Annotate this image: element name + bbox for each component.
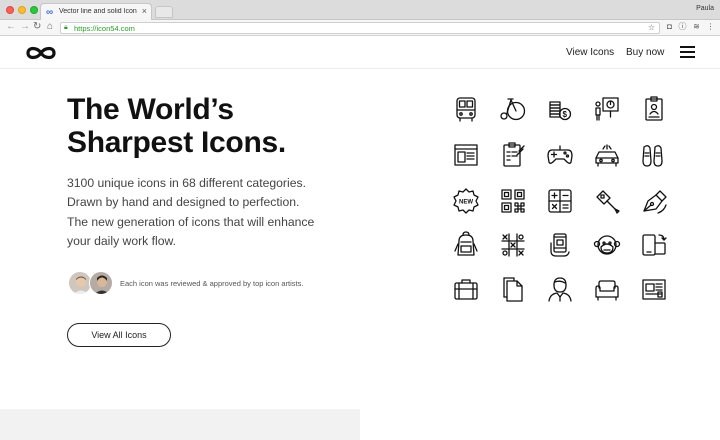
avatar: [89, 271, 113, 295]
home-icon[interactable]: ⌂: [47, 21, 53, 32]
close-window-button[interactable]: [6, 6, 14, 14]
pocket-extension-icon[interactable]: ◘: [665, 22, 674, 31]
hero-description: 3100 unique icons in 68 different catego…: [67, 174, 357, 251]
new-badge-text: NEW: [459, 200, 473, 206]
man-avatar-icon[interactable]: [546, 275, 574, 303]
hero-description-line: 3100 unique icons in 68 different catego…: [67, 176, 306, 190]
hamburger-menu-icon[interactable]: [680, 46, 695, 58]
car-crash-icon[interactable]: [593, 141, 621, 169]
minimize-window-button[interactable]: [18, 6, 26, 14]
new-badge-icon[interactable]: NEW: [452, 187, 480, 215]
site-header: View Icons Buy now: [0, 37, 720, 69]
bus-icon[interactable]: [452, 95, 480, 123]
documents-icon[interactable]: [499, 275, 527, 303]
bookmark-star-icon[interactable]: ☆: [648, 23, 655, 32]
section-divider-block: [0, 409, 360, 440]
sofa-icon[interactable]: [593, 275, 621, 303]
coins-dollar-icon[interactable]: $: [546, 95, 574, 123]
infinity-favicon-icon: ∞: [46, 7, 54, 18]
qr-code-icon[interactable]: [499, 187, 527, 215]
calculator-icon[interactable]: [546, 187, 574, 215]
hero-description-line: The new generation of icons that will en…: [67, 214, 315, 229]
infinity-logo-icon[interactable]: [24, 43, 58, 68]
hero-title: The World’s Sharpest Icons.: [67, 93, 387, 159]
reload-icon[interactable]: ↻: [33, 21, 41, 32]
back-arrow-icon[interactable]: ←: [6, 21, 16, 32]
browser-layout-icon[interactable]: [452, 141, 480, 169]
hero-description-line: your daily work flow.: [67, 233, 177, 248]
lock-icon: 🔒︎: [64, 24, 68, 31]
layers-extension-icon[interactable]: ≋: [692, 22, 701, 31]
info-extension-icon[interactable]: ⓘ: [678, 22, 687, 31]
browser-toolbar: ← → ↻ ⌂ 🔒︎ https://icon54.com ☆ ◘ ⓘ ≋ ⋮: [0, 20, 720, 36]
device-rotate-icon[interactable]: [640, 231, 668, 259]
svg-text:$: $: [563, 110, 568, 119]
suitcase-icon[interactable]: [452, 275, 480, 303]
clipboard-checklist-icon[interactable]: [499, 141, 527, 169]
floppy-wrench-icon[interactable]: [593, 187, 621, 215]
new-tab-button[interactable]: [155, 6, 173, 18]
tab-title: Vector line and solid Icons collection: [59, 8, 137, 15]
smartphone-hand-icon[interactable]: [546, 231, 574, 259]
pen-tool-icon[interactable]: [640, 187, 668, 215]
hero-title-line: The World’s: [67, 93, 234, 126]
newspaper-icon[interactable]: [640, 275, 668, 303]
review-note: Each icon was reviewed & approved by top…: [120, 279, 304, 288]
browser-tab[interactable]: ∞ Vector line and solid Icons collection…: [40, 3, 152, 21]
hero-title-line: Sharpest Icons.: [67, 126, 286, 159]
monkey-icon[interactable]: [593, 231, 621, 259]
tic-tac-toe-icon[interactable]: [499, 231, 527, 259]
nav-view-icons-link[interactable]: View Icons: [566, 47, 614, 58]
presentation-icon[interactable]: [593, 95, 621, 123]
backpack-icon[interactable]: [452, 231, 480, 259]
address-bar[interactable]: 🔒︎ https://icon54.com ☆: [60, 22, 660, 34]
view-all-icons-button[interactable]: View All Icons: [67, 323, 171, 347]
menu-dots-icon[interactable]: ⋮: [706, 22, 715, 31]
gamepad-icon[interactable]: [546, 141, 574, 169]
sneakers-icon[interactable]: [640, 141, 668, 169]
maximize-window-button[interactable]: [30, 6, 38, 14]
url-text: https://icon54.com: [74, 24, 135, 33]
hero-description-line: Drawn by hand and designed to perfection…: [67, 195, 300, 210]
id-badge-icon[interactable]: [640, 95, 668, 123]
tab-close-icon[interactable]: ×: [142, 6, 147, 16]
penny-farthing-icon[interactable]: [499, 95, 527, 123]
nav-buy-now-link[interactable]: Buy now: [626, 47, 664, 58]
forward-arrow-icon[interactable]: →: [20, 21, 30, 32]
browser-tab-bar: ∞ Vector line and solid Icons collection…: [0, 0, 720, 21]
browser-user-name[interactable]: Paula: [696, 5, 714, 12]
